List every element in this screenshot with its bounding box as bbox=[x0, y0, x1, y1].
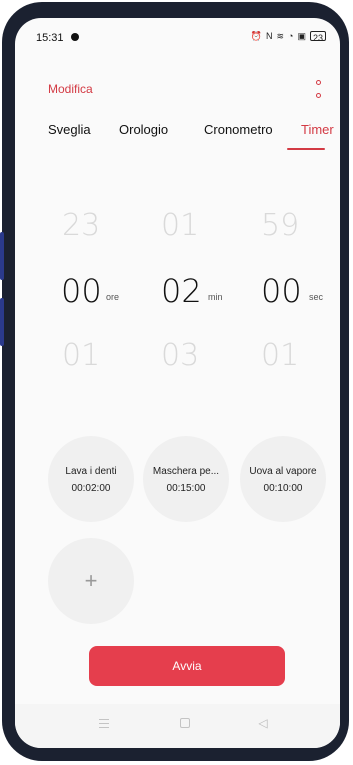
device-frame: 15:31 ⏰ N ≋ ◔ ▣ 23 Modifica Sveglia Orol… bbox=[0, 2, 349, 761]
sim-icon: ▣ bbox=[297, 31, 306, 41]
hours-prev[interactable]: 23 bbox=[62, 208, 100, 243]
minutes-selected[interactable]: 02 bbox=[161, 272, 202, 310]
hours-unit: ore bbox=[106, 292, 120, 302]
wifi-icon: ◔ bbox=[288, 31, 294, 41]
start-button[interactable]: Avvia bbox=[89, 646, 285, 686]
seconds-next[interactable]: 01 bbox=[261, 338, 299, 373]
back-icon[interactable]: ◁ bbox=[256, 716, 270, 730]
status-time: 15:31 bbox=[36, 32, 64, 44]
active-tab-indicator bbox=[287, 148, 325, 150]
alarm-icon: ⏰ bbox=[250, 31, 262, 41]
vibrate-icon: ≋ bbox=[276, 31, 285, 41]
plus-icon: + bbox=[84, 568, 98, 593]
minutes-prev[interactable]: 01 bbox=[161, 208, 199, 243]
navigation-bar: ◁ bbox=[15, 704, 340, 748]
preset-name: Uova al vapore bbox=[249, 466, 317, 477]
tab-orologio[interactable]: Orologio bbox=[119, 122, 168, 137]
edit-button[interactable]: Modifica bbox=[48, 82, 93, 96]
preset-name: Maschera pe... bbox=[152, 466, 220, 477]
preset-item[interactable]: Maschera pe... 00:15:00 bbox=[143, 436, 229, 522]
preset-time: 00:10:00 bbox=[263, 483, 303, 494]
menu-icon[interactable] bbox=[97, 716, 111, 730]
seconds-unit: sec bbox=[309, 292, 324, 302]
preset-time: 00:02:00 bbox=[71, 483, 111, 494]
camera-icon bbox=[71, 33, 79, 41]
screen: 15:31 ⏰ N ≋ ◔ ▣ 23 Modifica Sveglia Orol… bbox=[15, 18, 340, 748]
preset-time: 00:15:00 bbox=[166, 483, 206, 494]
tab-timer[interactable]: Timer bbox=[301, 122, 334, 137]
preset-name: Lava i denti bbox=[65, 466, 117, 477]
tab-cronometro[interactable]: Cronometro bbox=[204, 122, 273, 137]
tab-sveglia[interactable]: Sveglia bbox=[48, 122, 91, 137]
hours-next[interactable]: 01 bbox=[62, 338, 100, 373]
home-icon[interactable] bbox=[178, 716, 192, 730]
add-preset-button[interactable]: + bbox=[48, 538, 134, 624]
preset-item[interactable]: Uova al vapore 00:10:00 bbox=[240, 436, 326, 522]
seconds-selected[interactable]: 00 bbox=[261, 272, 302, 310]
volume-key bbox=[0, 232, 4, 280]
battery-icon: 23 bbox=[310, 31, 326, 43]
power-key bbox=[0, 298, 4, 346]
seconds-prev[interactable]: 59 bbox=[261, 208, 299, 243]
status-bar: 15:31 ⏰ N ≋ ◔ ▣ 23 bbox=[15, 18, 340, 52]
time-picker[interactable]: 23 00 ore 01 01 02 min 03 59 00 sec 01 bbox=[15, 208, 340, 388]
nfc-icon: N bbox=[266, 31, 273, 41]
minutes-next[interactable]: 03 bbox=[161, 338, 199, 373]
minutes-unit: min bbox=[208, 292, 223, 302]
more-options-icon[interactable] bbox=[313, 80, 323, 98]
status-icons: ⏰ N ≋ ◔ ▣ 23 bbox=[250, 30, 326, 43]
hours-selected[interactable]: 00 bbox=[61, 272, 102, 310]
preset-item[interactable]: Lava i denti 00:02:00 bbox=[48, 436, 134, 522]
